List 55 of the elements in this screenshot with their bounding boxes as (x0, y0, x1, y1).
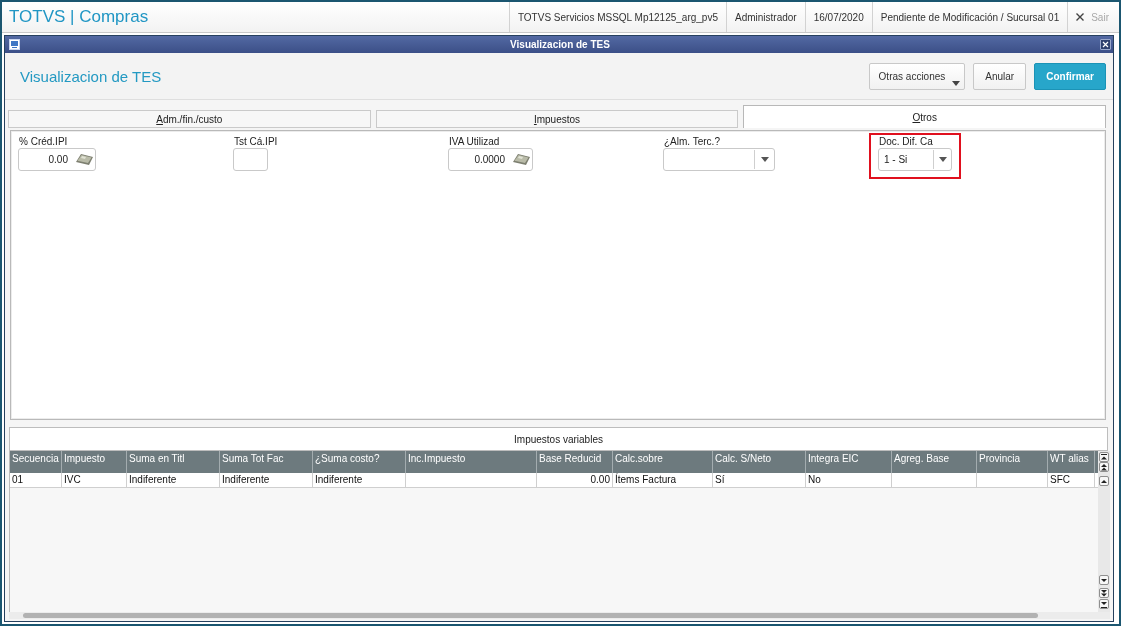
table-cell: IVC (62, 473, 127, 487)
arrow-to-top-icon (1100, 453, 1108, 461)
close-icon (1102, 41, 1109, 48)
tab[interactable]: Otros (743, 105, 1106, 128)
field-label: ¿Alm. Terc.? (663, 136, 721, 148)
close-icon (1076, 13, 1085, 21)
field-label: Tst Cá.IPI (233, 136, 278, 148)
input-field[interactable]: 0.0000 (448, 148, 533, 171)
double-arrow-down-icon (1100, 589, 1108, 597)
cancel-button[interactable]: Anular (973, 62, 1027, 90)
session-info: 16/07/2020 (813, 11, 864, 23)
table-cell: Indiferente (313, 473, 406, 487)
scroll-up-button[interactable] (1099, 476, 1109, 486)
scrollbar-thumb[interactable] (23, 613, 1038, 618)
table-cell: No (806, 473, 892, 487)
page-up-button[interactable] (1099, 462, 1109, 472)
menu-button[interactable]: Otras acciones (868, 62, 966, 90)
table-cell: Sí (713, 473, 806, 487)
table-cell: 0.00 (537, 473, 613, 487)
field-label: % Créd.IPI (18, 136, 69, 148)
field-label: IVA Utilizad (448, 136, 501, 148)
window-title: Visualizacion de TES (509, 39, 611, 50)
app-title: TOTVS | Compras (9, 7, 149, 27)
tab[interactable]: Impuestos (375, 110, 739, 128)
table-cell: Ítems Factura (613, 473, 713, 487)
window-icon (9, 39, 20, 50)
scroll-down-button[interactable] (1099, 575, 1109, 585)
scroll-top-button[interactable] (1099, 452, 1109, 462)
scroll-bottom-button[interactable] (1099, 599, 1109, 609)
session-info: TOTVS Servicios MSSQL Mp12125_arg_pv5 (517, 11, 718, 23)
table-cell: Indiferente (127, 473, 220, 487)
input-field[interactable] (233, 148, 268, 171)
table-cell: SFC (1048, 473, 1095, 487)
close-button[interactable] (1100, 39, 1111, 50)
double-arrow-up-icon (1100, 463, 1108, 471)
page-down-button[interactable] (1099, 588, 1109, 598)
table-cell: 01 (10, 473, 62, 487)
calculator-icon (76, 154, 93, 165)
arrow-up-icon (1100, 477, 1108, 485)
caret-down-icon (938, 157, 947, 162)
grid-title: Impuestos variables (514, 433, 603, 445)
arrow-down-icon (1100, 576, 1108, 584)
select-field[interactable] (663, 148, 775, 171)
input-field[interactable]: 0.00 (18, 148, 96, 171)
calculator-icon (513, 154, 530, 165)
session-info: Pendiente de Modificación / Sucursal 01 (880, 11, 1060, 23)
page-heading: Visualizacion de TES (20, 67, 162, 85)
table-cell: Indiferente (220, 473, 313, 487)
caret-down-icon (760, 157, 769, 162)
arrow-to-bottom-icon (1100, 600, 1108, 608)
caret-down-icon (952, 80, 961, 86)
tab[interactable]: Adm./fin./custo (8, 110, 371, 128)
session-info: Administrador (735, 11, 797, 23)
field-label: Doc. Dif. Ca (878, 136, 934, 148)
select-field[interactable]: 1 - Si (878, 148, 952, 171)
